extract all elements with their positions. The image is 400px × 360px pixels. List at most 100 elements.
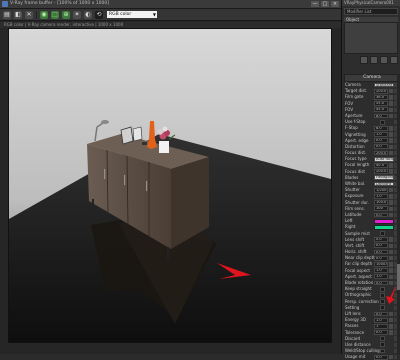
param-checkbox[interactable] xyxy=(380,231,385,236)
param-value-field[interactable]: 100 xyxy=(374,206,388,212)
param-value-field[interactable]: 1 xyxy=(374,323,388,329)
param-value-field[interactable]: 8.0 xyxy=(374,113,388,119)
param-dropdown[interactable]: Standard xyxy=(374,82,394,88)
spinner-icon[interactable] xyxy=(389,206,393,211)
spinner-icon[interactable] xyxy=(389,200,393,205)
show-end-result-icon[interactable] xyxy=(370,56,378,64)
param-checkbox[interactable] xyxy=(380,348,385,354)
param-value-field[interactable]: 36.0 xyxy=(374,94,388,100)
param-checkbox[interactable] xyxy=(380,119,385,125)
param-value-field[interactable]: 8.0 xyxy=(374,125,388,131)
spinner-icon[interactable] xyxy=(389,249,393,255)
save-image-icon[interactable]: ▤ xyxy=(3,10,11,19)
title-bar: V-Ray frame buffer - [100% of 1000 x 100… xyxy=(0,0,341,9)
param-value-field[interactable]: 0.0 xyxy=(374,212,388,218)
modifier-stack-list[interactable] xyxy=(344,22,398,54)
param-value-field[interactable]: 0.0 xyxy=(374,311,388,317)
param-value-field[interactable]: 0.0 xyxy=(374,237,388,243)
color-correction-icon[interactable]: ◐ xyxy=(84,10,92,19)
camera-param-row: Usage mit 0.0 xyxy=(344,354,398,360)
spinner-icon[interactable] xyxy=(389,317,393,323)
maximize-button[interactable]: □ xyxy=(321,1,329,7)
make-unique-icon[interactable] xyxy=(380,56,388,64)
param-label: Usage mit xyxy=(345,354,366,360)
render-icon[interactable]: ◉ xyxy=(40,10,48,19)
color-swatch[interactable] xyxy=(374,224,394,230)
param-dropdown[interactable]: Daylight xyxy=(374,181,394,187)
param-dropdown[interactable]: Auto focus xyxy=(374,156,394,162)
param-checkbox[interactable] xyxy=(380,305,385,311)
param-value-field[interactable]: 1.0 xyxy=(374,268,388,274)
spinner-icon[interactable] xyxy=(389,330,393,335)
close-button[interactable]: × xyxy=(331,1,339,7)
minimize-button[interactable]: — xyxy=(311,1,319,7)
param-checkbox[interactable] xyxy=(380,342,385,348)
spinner-icon[interactable] xyxy=(389,163,393,168)
spinner-icon[interactable] xyxy=(389,150,393,156)
param-value-field[interactable]: 200.0 xyxy=(374,150,388,156)
spinner-icon[interactable] xyxy=(389,169,393,174)
param-checkbox[interactable] xyxy=(380,336,385,342)
remove-modifier-icon[interactable] xyxy=(390,56,398,64)
param-value-field[interactable]: 0.0 xyxy=(374,330,388,335)
spinner-icon[interactable] xyxy=(389,324,393,329)
param-value-field[interactable]: 0.0 xyxy=(374,255,388,261)
param-value-field[interactable]: 0.0 xyxy=(374,144,388,150)
spinner-icon[interactable] xyxy=(389,268,393,273)
spinner-icon[interactable] xyxy=(389,144,393,150)
spinner-icon[interactable] xyxy=(389,355,393,360)
param-value-field[interactable]: 1/200 xyxy=(374,187,388,193)
history-icon[interactable]: ⟲ xyxy=(95,10,103,19)
chevron-down-icon: ▼ xyxy=(152,12,156,17)
region-render-icon[interactable]: ⬚ xyxy=(51,10,59,19)
modifier-list-input[interactable]: Modifier List xyxy=(344,8,398,15)
spinner-icon[interactable] xyxy=(389,274,393,279)
param-value-field[interactable]: 40.0 xyxy=(374,163,388,168)
lens-effects-icon[interactable]: ✶ xyxy=(73,10,81,19)
spinner-icon[interactable] xyxy=(389,113,393,119)
spinner-icon[interactable] xyxy=(389,95,393,100)
param-value-field[interactable]: 1.0 xyxy=(374,274,388,280)
param-value-field[interactable]: 0.0 xyxy=(374,243,388,249)
param-value-field[interactable]: 0.0 xyxy=(374,354,388,360)
param-value-field[interactable]: 0.0 xyxy=(374,138,388,144)
render-viewport[interactable] xyxy=(8,28,332,343)
spinner-icon[interactable] xyxy=(389,126,393,131)
param-value-field[interactable]: 100.0 xyxy=(374,200,388,205)
spinner-icon[interactable] xyxy=(389,237,393,242)
camera-rollout-header[interactable]: Camera xyxy=(344,74,400,82)
toolbar-divider xyxy=(36,10,37,19)
spinner-icon[interactable] xyxy=(389,88,393,94)
pin-stack-icon[interactable] xyxy=(360,56,368,64)
param-value-field[interactable]: 1.0 xyxy=(374,193,388,199)
param-value-field[interactable]: 55.0 xyxy=(374,101,388,106)
param-value-field[interactable]: 1000.0 xyxy=(374,262,388,267)
param-value-field[interactable]: 45.0 xyxy=(374,107,388,113)
panel-annotation-arrow xyxy=(386,284,397,304)
spinner-icon[interactable] xyxy=(389,132,393,137)
spinner-icon[interactable] xyxy=(389,212,393,218)
param-dropdown[interactable]: Hexagonal xyxy=(374,175,394,181)
handle-1 xyxy=(104,169,106,179)
load-image-icon[interactable]: ◧ xyxy=(14,10,22,19)
spinner-icon[interactable] xyxy=(389,194,393,199)
spinner-icon[interactable] xyxy=(389,311,393,317)
map-button[interactable] xyxy=(394,355,397,360)
spinner-icon[interactable] xyxy=(389,256,393,261)
param-value-field[interactable]: 200.0 xyxy=(374,169,388,175)
spinner-icon[interactable] xyxy=(389,243,393,249)
param-value-field[interactable]: 1.0 xyxy=(374,317,388,323)
spinner-icon[interactable] xyxy=(389,262,393,267)
channel-select[interactable]: RGB color ▼ xyxy=(107,11,157,18)
param-value-field[interactable]: 0.0 xyxy=(374,249,388,255)
spinner-icon[interactable] xyxy=(389,138,393,143)
spinner-icon[interactable] xyxy=(389,187,393,193)
photo-frame-2 xyxy=(132,126,143,142)
color-swatch[interactable] xyxy=(374,218,394,224)
clear-image-icon[interactable]: ✕ xyxy=(25,10,33,19)
param-value-field[interactable]: 200.0 xyxy=(374,88,388,94)
spinner-icon[interactable] xyxy=(389,101,393,106)
track-mouse-icon[interactable]: ⊕ xyxy=(62,10,70,19)
spinner-icon[interactable] xyxy=(389,107,393,112)
param-value-field[interactable]: 1.0 xyxy=(374,132,388,137)
